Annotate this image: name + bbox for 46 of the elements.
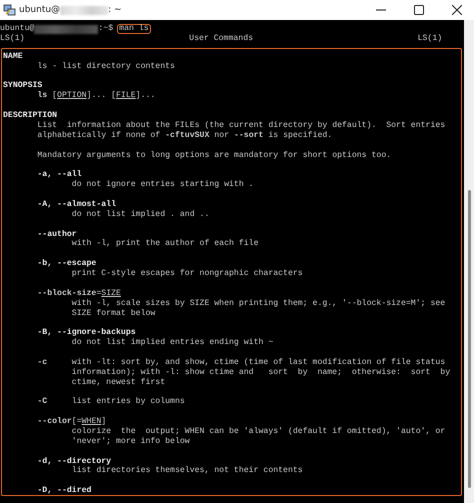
terminal-line: with -l, scale sizes by SIZE when printing them; e.g., '--block-size=M'; see	[72, 298, 446, 308]
terminal-line: -d, --directory	[37, 456, 112, 466]
window-title: : ~	[108, 5, 122, 15]
app-icon	[3, 4, 16, 16]
manual-title: User Commands	[189, 34, 254, 44]
terminal-line: --block-size=SIZE	[37, 288, 121, 298]
window-title: ubuntu@	[19, 5, 60, 15]
terminal-line: ls [OPTION]... [FILE]...	[37, 91, 156, 100]
scrollbar-thumb[interactable]	[468, 190, 471, 488]
section-label: LS(1)	[418, 34, 442, 44]
terminal-line: do not list implied . and ..	[72, 210, 210, 219]
terminal-line: DESCRIPTION	[3, 111, 58, 120]
terminal-line: -a, --all	[37, 170, 82, 180]
terminal-line: -B, --ignore-backups	[37, 328, 136, 338]
terminal-line: -b, --escape	[37, 259, 96, 268]
terminal-line: 'never'; more info below	[72, 436, 190, 446]
prompt-text: ubuntu@	[0, 24, 34, 34]
redacted-block	[60, 6, 108, 14]
terminal-line: Mandatory arguments to long options are mandatory for short options too.	[37, 150, 392, 160]
terminal-line: NAME	[3, 52, 23, 61]
terminal-line: -D, --dired	[37, 486, 92, 495]
terminal-line: information); with -l: show ctime and sort by name; otherwise: sort by	[72, 368, 450, 377]
terminal-line: SYNOPSIS	[3, 81, 42, 90]
terminal-line: -c with -lt: sort by, and show, ctime (time of last modification of file status	[37, 358, 446, 367]
section-label: LS(1)	[0, 34, 25, 44]
scrollbar[interactable]	[464, 20, 474, 503]
terminal-line: do not list implied entries ending with ~	[72, 338, 274, 348]
prompt-text: :~$	[98, 24, 114, 34]
command-text: man ls	[117, 24, 151, 34]
terminal-line: ctime, newest first	[72, 378, 166, 387]
close-icon	[452, 5, 462, 15]
terminal-line: with -l, print the author of each file	[72, 239, 258, 248]
terminal-line: colorize the output; WHEN can be 'always' (default if omitted), 'auto', or	[72, 426, 446, 436]
terminal-line: SIZE format below	[72, 308, 156, 318]
terminal-line: alphabetically if none of -cftuvSUX nor --sort is specified.	[37, 130, 332, 140]
terminal-line: -C list entries by columns	[37, 397, 185, 406]
terminal-line: List information about the FILEs (the current directory by default). Sort entries	[37, 120, 446, 130]
terminal-line: ls - list directory contents	[37, 62, 175, 71]
terminal-line: --author	[37, 230, 77, 239]
terminal-line: print C-style escapes for nongraphic characters	[72, 269, 303, 278]
maximize-icon	[414, 5, 424, 15]
terminal-line: --color[=WHEN]	[37, 417, 106, 426]
terminal-line: list directories themselves, not their contents	[72, 466, 303, 476]
terminal-line: -A, --almost-all	[37, 200, 116, 209]
redacted-block	[34, 24, 98, 34]
terminal-line: do not ignore entries starting with .	[72, 180, 254, 190]
